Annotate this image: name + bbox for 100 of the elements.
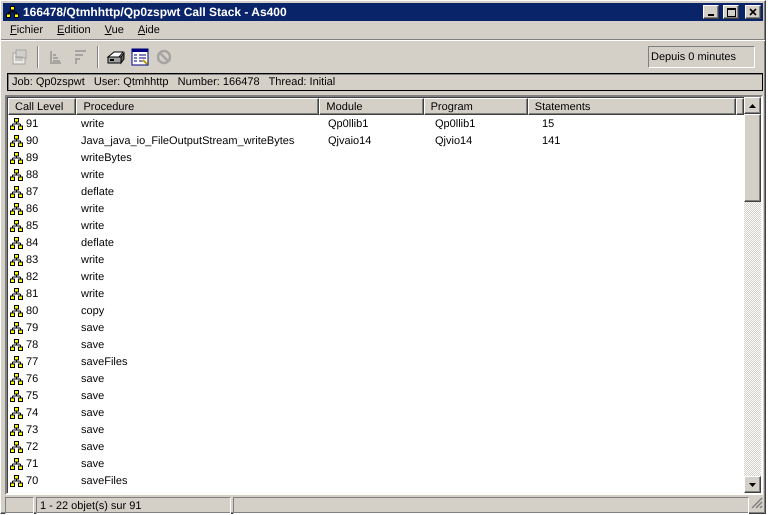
hierarchy-icon <box>10 372 23 384</box>
table-cell: write <box>81 254 104 266</box>
table-cell: write <box>81 202 104 214</box>
maximize-icon <box>726 8 736 16</box>
table-cell: 84 <box>26 236 38 248</box>
column-header[interactable]: Module <box>319 98 424 115</box>
table-cell: 82 <box>26 270 38 282</box>
hierarchy-icon <box>10 134 23 146</box>
up-arrow-icon <box>749 104 756 108</box>
table-cell: 87 <box>26 186 38 198</box>
hierarchy-icon <box>10 186 23 198</box>
down-arrow-icon <box>749 482 756 486</box>
table-cell: Qjvaio14 <box>328 134 372 146</box>
item-count: 1 - 22 objet(s) sur 91 <box>36 497 231 514</box>
hierarchy-icon <box>10 338 23 350</box>
hierarchy-icon <box>10 304 23 316</box>
table-cell: Java_java_io_FileOutputStream_writeBytes <box>81 134 294 146</box>
hierarchy-icon <box>10 390 23 402</box>
hierarchy-icon <box>10 356 23 368</box>
window-title: 166478/Qtmhhttp/Qp0zspwt Call Stack - As400 <box>23 5 288 19</box>
table-cell: saveFiles <box>81 474 128 486</box>
table-cell: save <box>81 338 104 350</box>
maximize-button[interactable] <box>723 5 739 19</box>
table-cell: saveFiles <box>81 356 128 368</box>
hierarchy-icon <box>10 406 23 418</box>
table-cell: write <box>81 118 104 130</box>
hierarchy-icon <box>10 458 23 470</box>
scroll-up-button[interactable] <box>744 97 761 114</box>
app-icon <box>6 6 19 18</box>
hierarchy-icon <box>10 168 23 180</box>
status-panel <box>5 497 34 514</box>
table-cell: deflate <box>81 236 114 248</box>
vertical-scrollbar[interactable] <box>744 97 761 493</box>
table-cell: 141 <box>542 134 560 146</box>
table-cell: 70 <box>26 474 38 486</box>
minimize-button[interactable] <box>703 5 719 19</box>
table-cell: 77 <box>26 356 38 368</box>
scrollbar-thumb[interactable] <box>744 114 761 202</box>
table-cell: 90 <box>26 134 38 146</box>
table-cell: save <box>81 424 104 436</box>
table-cell: write <box>81 168 104 180</box>
table-cell: Qjvio14 <box>435 134 472 146</box>
column-header[interactable]: Call Level <box>8 98 76 115</box>
table-cell: 86 <box>26 202 38 214</box>
table-cell: 78 <box>26 338 38 350</box>
job-info: Job: Qp0zspwt User: Qtmhhttp Number: 166478 Thread: Initial <box>7 73 763 91</box>
table-cell: save <box>81 406 104 418</box>
table-cell: save <box>81 458 104 470</box>
table-cell: 71 <box>26 458 38 470</box>
table-cell: write <box>81 270 104 282</box>
hierarchy-icon <box>10 440 23 452</box>
table-cell: 75 <box>26 390 38 402</box>
menu-item[interactable]: Aide <box>130 24 167 36</box>
hierarchy-icon <box>10 270 23 282</box>
menu-item[interactable]: Vue <box>98 24 131 36</box>
hierarchy-icon <box>10 220 23 232</box>
table-cell: save <box>81 390 104 402</box>
table-cell: 76 <box>26 372 38 384</box>
table-view-icon[interactable] <box>131 48 149 66</box>
menu-item[interactable]: Fichier <box>3 24 50 36</box>
table-cell: 85 <box>26 220 38 232</box>
column-header[interactable]: Statements <box>528 98 736 115</box>
table-cell: save <box>81 440 104 452</box>
close-button[interactable] <box>745 5 761 19</box>
table-cell: 81 <box>26 288 38 300</box>
table-cell: writeBytes <box>81 152 132 164</box>
table-cell: 72 <box>26 440 38 452</box>
hierarchy-icon <box>10 288 23 300</box>
table-cell: Qp0llib1 <box>435 118 476 130</box>
table-cell: copy <box>81 304 104 316</box>
hierarchy-icon <box>10 118 23 130</box>
column-header[interactable]: Program <box>424 98 528 115</box>
table-cell: 73 <box>26 424 38 436</box>
close-icon <box>749 8 757 16</box>
hierarchy-icon <box>10 474 23 486</box>
table-cell: 89 <box>26 152 38 164</box>
hierarchy-icon <box>10 202 23 214</box>
table-cell: 88 <box>26 168 38 180</box>
hierarchy-icon <box>10 424 23 436</box>
table-cell: 74 <box>26 406 38 418</box>
table-cell: 79 <box>26 322 38 334</box>
hierarchy-icon <box>10 254 23 266</box>
hierarchy-icon <box>10 322 23 334</box>
table-cell: 91 <box>26 118 38 130</box>
column-header[interactable]: Procedure <box>76 98 320 115</box>
hierarchy-icon <box>10 152 23 164</box>
resize-grip-icon[interactable] <box>751 497 763 509</box>
table-cell: save <box>81 322 104 334</box>
table-cell: write <box>81 220 104 232</box>
table-cell: write <box>81 288 104 300</box>
table-cell: deflate <box>81 186 114 198</box>
menu-item[interactable]: Edition <box>50 24 98 36</box>
table-cell: 15 <box>542 118 554 130</box>
scroll-down-button[interactable] <box>744 476 761 493</box>
table-cell: 80 <box>26 304 38 316</box>
refresh-status: Depuis 0 minutes <box>648 46 755 68</box>
hierarchy-icon <box>10 236 23 248</box>
table-cell: save <box>81 372 104 384</box>
table-cell: 83 <box>26 254 38 266</box>
table-cell: Qp0llib1 <box>328 118 368 130</box>
